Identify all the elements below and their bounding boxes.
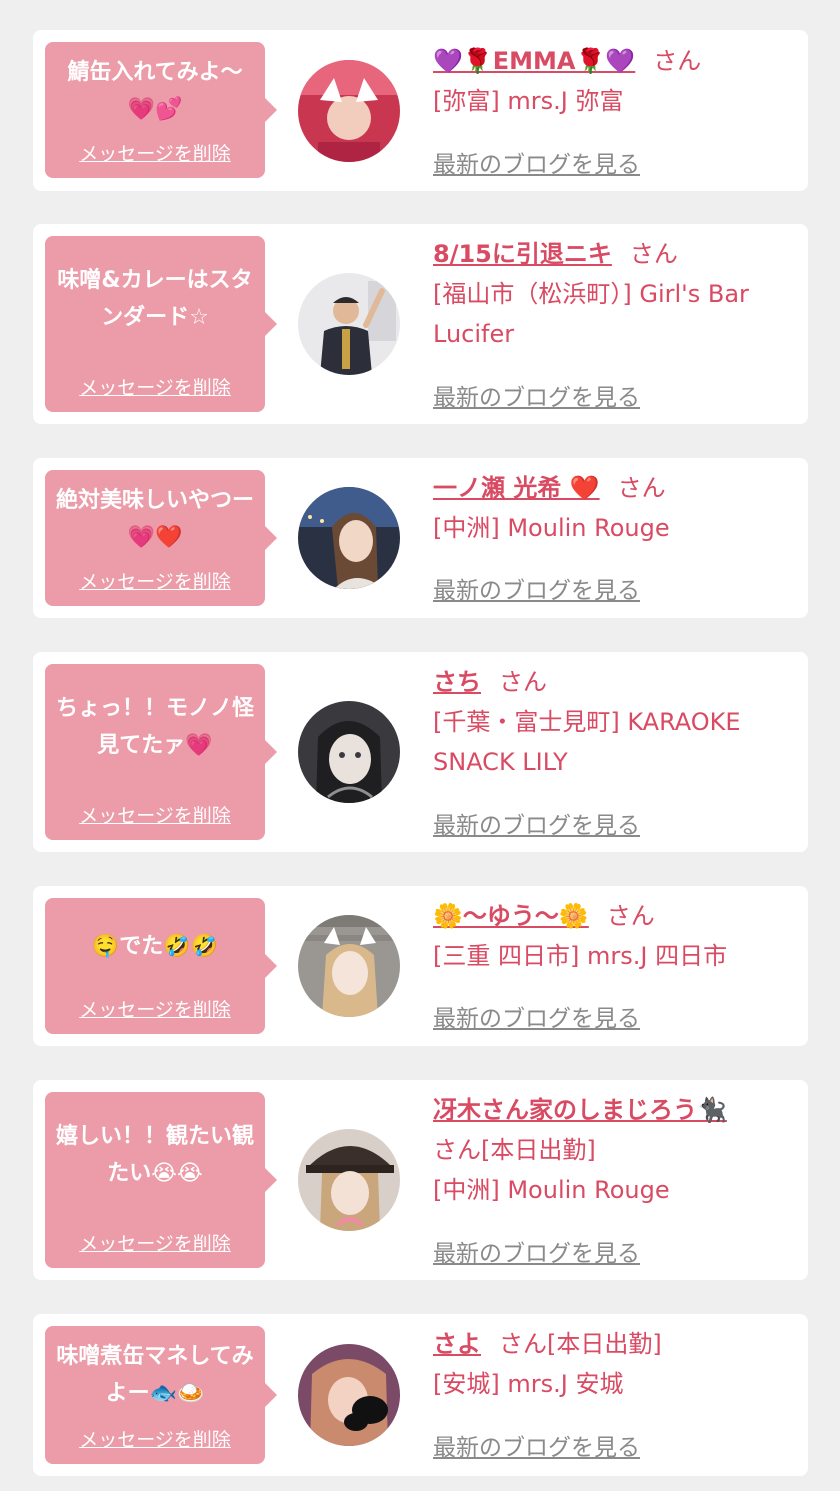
avatar[interactable] (298, 1129, 400, 1231)
shop-name: [福山市（松浜町）] Girl's Bar Lucifer (433, 280, 749, 348)
avatar[interactable] (298, 60, 400, 162)
avatar-photo-icon (298, 1129, 400, 1231)
profile-info: さち さん [千葉・富士見町] KARAOKE SNACK LILY (433, 662, 783, 782)
avatar-photo-icon (298, 273, 400, 375)
list-item: 味噌煮缶マネしてみよー🐟🍛 メッセージを削除 さよ さん[本日出勤] [安城] m… (33, 1314, 808, 1476)
shop-name: [三重 四日市] mrs.J 四日市 (433, 942, 728, 970)
shop-name: [弥富] mrs.J 弥富 (433, 87, 624, 115)
profile-info: 🌼〜ゆう〜🌼 さん [三重 四日市] mrs.J 四日市 (433, 896, 783, 976)
message-list: 鯖缶入れてみよ〜 💗💕 メッセージを削除 💜🌹EMMA🌹💜 さん [弥富] mrs… (0, 0, 840, 1491)
list-item: 絶対美味しいやつー💗❤️ メッセージを削除 一ノ瀬 光希 ❤️ さん [中洲] M… (33, 458, 808, 618)
profile-name-link[interactable]: 🌼〜ゆう〜🌼 (433, 902, 589, 930)
san-label: さん (617, 474, 666, 502)
profile-info: 💜🌹EMMA🌹💜 さん [弥富] mrs.J 弥富 (433, 41, 783, 121)
profile-name-link[interactable]: さち (433, 668, 481, 696)
latest-blog-link[interactable]: 最新のブログを見る (433, 145, 640, 179)
profile-info: さよ さん[本日出勤] [安城] mrs.J 安城 (433, 1324, 783, 1404)
profile-name-link[interactable]: 冴木さん家のしまじろう🐈‍⬛ (433, 1096, 727, 1124)
list-item: 鯖缶入れてみよ〜 💗💕 メッセージを削除 💜🌹EMMA🌹💜 さん [弥富] mrs… (33, 30, 808, 191)
message-bubble: 嬉しい！！観たい観たい😭😭 メッセージを削除 (45, 1092, 277, 1268)
profile-name-link[interactable]: 💜🌹EMMA🌹💜 (433, 47, 635, 75)
avatar[interactable] (298, 701, 400, 803)
avatar-photo-icon (298, 60, 400, 162)
latest-blog-link[interactable]: 最新のブログを見る (433, 378, 640, 412)
avatar[interactable] (298, 1344, 400, 1446)
avatar-photo-icon (298, 1344, 400, 1446)
profile-info: 8/15に引退ニキ さん [福山市（松浜町）] Girl's Bar Lucife… (433, 234, 783, 354)
list-item: 嬉しい！！観たい観たい😭😭 メッセージを削除 冴木さん家のしまじろう🐈‍⬛ さん… (33, 1080, 808, 1280)
profile-info: 一ノ瀬 光希 ❤️ さん [中洲] Moulin Rouge (433, 468, 783, 548)
san-label: さん[本日出勤] (499, 1330, 662, 1358)
delete-message-link[interactable]: メッセージを削除 (45, 995, 265, 1022)
delete-message-link[interactable]: メッセージを削除 (45, 373, 265, 400)
message-text: 🤤でた🤣🤣 (91, 934, 219, 959)
latest-blog-link[interactable]: 最新のブログを見る (433, 571, 640, 605)
avatar[interactable] (298, 915, 400, 1017)
latest-blog-link[interactable]: 最新のブログを見る (433, 1234, 640, 1268)
delete-message-link[interactable]: メッセージを削除 (45, 1425, 265, 1452)
latest-blog-link[interactable]: 最新のブログを見る (433, 806, 640, 840)
latest-blog-link[interactable]: 最新のブログを見る (433, 999, 640, 1033)
profile-name-link[interactable]: 8/15に引退ニキ (433, 240, 612, 268)
profile-name-link[interactable]: さよ (433, 1330, 481, 1358)
profile-info: 冴木さん家のしまじろう🐈‍⬛ さん[本日出勤] [中洲] Moulin Roug… (433, 1090, 783, 1210)
message-text: 味噌煮缶マネしてみよー🐟🍛 (56, 1344, 254, 1406)
delete-message-link[interactable]: メッセージを削除 (45, 567, 265, 594)
san-label: さん (606, 902, 655, 930)
message-bubble: 味噌&カレーはスタンダード☆ メッセージを削除 (45, 236, 277, 412)
message-bubble: 絶対美味しいやつー💗❤️ メッセージを削除 (45, 470, 277, 606)
message-text: 絶対美味しいやつー💗❤️ (55, 488, 254, 550)
avatar-photo-icon (298, 915, 400, 1017)
delete-message-link[interactable]: メッセージを削除 (45, 139, 265, 166)
shop-name: [千葉・富士見町] KARAOKE SNACK LILY (433, 708, 741, 776)
san-label: さん (629, 240, 678, 268)
list-item: 🤤でた🤣🤣 メッセージを削除 🌼〜ゆう〜🌼 さん [三重 四日市] mrs.J 四… (33, 886, 808, 1046)
delete-message-link[interactable]: メッセージを削除 (45, 801, 265, 828)
message-bubble: ちょっ！！モノノ怪見てたァ💗 メッセージを削除 (45, 664, 277, 840)
shop-name: [中洲] Moulin Rouge (433, 1176, 670, 1204)
san-label: さん (653, 47, 702, 75)
message-text: ちょっ！！モノノ怪見てたァ💗 (55, 696, 254, 758)
message-bubble: 🤤でた🤣🤣 メッセージを削除 (45, 898, 277, 1034)
shop-name: [安城] mrs.J 安城 (433, 1370, 624, 1398)
message-text: 鯖缶入れてみよ〜 💗💕 (67, 60, 243, 122)
message-bubble: 鯖缶入れてみよ〜 💗💕 メッセージを削除 (45, 42, 277, 178)
list-item: ちょっ！！モノノ怪見てたァ💗 メッセージを削除 さち さん [千葉・富士見町] K… (33, 652, 808, 852)
avatar-photo-icon (298, 701, 400, 803)
san-label: さん[本日出勤] (433, 1136, 596, 1164)
profile-name-link[interactable]: 一ノ瀬 光希 ❤️ (433, 474, 600, 502)
message-bubble: 味噌煮缶マネしてみよー🐟🍛 メッセージを削除 (45, 1326, 277, 1464)
avatar[interactable] (298, 487, 400, 589)
avatar[interactable] (298, 273, 400, 375)
delete-message-link[interactable]: メッセージを削除 (45, 1229, 265, 1256)
shop-name: [中洲] Moulin Rouge (433, 514, 670, 542)
avatar-photo-icon (298, 487, 400, 589)
message-text: 嬉しい！！観たい観たい😭😭 (55, 1124, 254, 1186)
message-text: 味噌&カレーはスタンダード☆ (57, 268, 253, 330)
san-label: さん (499, 668, 547, 696)
list-item: 味噌&カレーはスタンダード☆ メッセージを削除 8/15に引退ニキ さん [福山市… (33, 224, 808, 424)
latest-blog-link[interactable]: 最新のブログを見る (433, 1428, 640, 1462)
